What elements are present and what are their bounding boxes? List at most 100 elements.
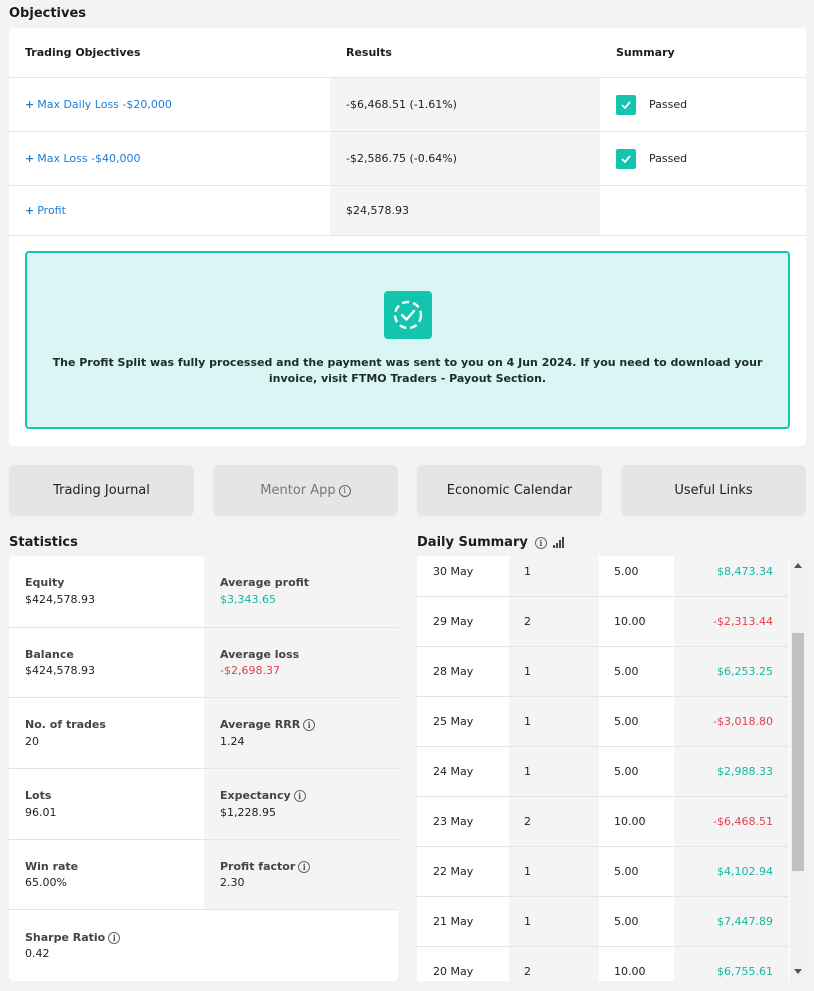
stat-value-average-loss: -$2,698.37 [220, 664, 280, 677]
header-summary: Summary [616, 46, 675, 59]
objective-row-max-daily-loss: + Max Daily Loss -$20,000 -$6,468.51 (-1.… [9, 78, 806, 132]
daily-date: 22 May [433, 865, 474, 878]
info-icon[interactable]: i [303, 718, 316, 731]
daily-date: 24 May [433, 765, 474, 778]
daily-result: $6,755.61 [674, 947, 789, 981]
stat-value-average-rrr: 1.24 [220, 735, 245, 748]
expand-plus-icon: + [25, 204, 35, 217]
daily-trades: 2 [509, 947, 599, 981]
check-icon [616, 94, 636, 115]
mentor-app-label: Mentor App [260, 483, 336, 498]
daily-trades: 2 [509, 597, 599, 646]
stat-row: No. of trades 20 Average RRR i 1.24 [9, 698, 398, 769]
daily-trades: 1 [509, 747, 599, 796]
stat-value-lots: 96.01 [25, 806, 57, 819]
daily-result: $7,447.89 [674, 897, 789, 946]
info-icon[interactable]: i [293, 789, 306, 802]
daily-trades: 1 [509, 897, 599, 946]
daily-date: 21 May [433, 915, 474, 928]
daily-row: 21 May 1 5.00 $7,447.89 [417, 897, 789, 947]
scroll-up-icon[interactable] [794, 563, 802, 568]
scroll-down-icon[interactable] [794, 969, 802, 974]
stat-value-average-profit: $3,343.65 [220, 593, 276, 606]
daily-row: 22 May 1 5.00 $4,102.94 [417, 847, 789, 897]
daily-lots: 5.00 [614, 915, 639, 928]
daily-row: 20 May 2 10.00 $6,755.61 [417, 947, 789, 981]
scroll-thumb[interactable] [792, 633, 804, 871]
daily-lots: 10.00 [614, 615, 646, 628]
stat-value-profit-factor: 2.30 [220, 876, 245, 889]
objective-link-max-loss[interactable]: + Max Loss -$40,000 [25, 152, 141, 165]
scrollbar[interactable] [790, 556, 806, 981]
useful-links-button[interactable]: Useful Links [621, 465, 806, 516]
daily-date: 20 May [433, 965, 474, 978]
info-icon[interactable]: i [338, 484, 351, 497]
stat-row: Win rate 65.00% Profit factor i 2.30 [9, 840, 398, 910]
daily-result: $8,473.34 [674, 556, 789, 596]
stat-label-sharpe-ratio: Sharpe Ratio i [25, 931, 121, 944]
objective-label: Max Daily Loss -$20,000 [37, 98, 172, 111]
daily-result: $6,253.25 [674, 647, 789, 696]
objective-label: Max Loss -$40,000 [37, 152, 141, 165]
info-icon[interactable]: i [108, 931, 121, 944]
trading-journal-button[interactable]: Trading Journal [9, 465, 194, 516]
daily-lots: 10.00 [614, 815, 646, 828]
daily-result: $2,988.33 [674, 747, 789, 796]
stat-value-sharpe-ratio: 0.42 [25, 947, 50, 960]
daily-date: 30 May [433, 565, 474, 578]
daily-result: -$6,468.51 [674, 797, 789, 846]
daily-lots: 10.00 [614, 965, 646, 978]
daily-lots: 5.00 [614, 865, 639, 878]
daily-result: $4,102.94 [674, 847, 789, 896]
objective-link-max-daily-loss[interactable]: + Max Daily Loss -$20,000 [25, 98, 172, 111]
daily-date: 25 May [433, 715, 474, 728]
stat-row: Lots 96.01 Expectancy i $1,228.95 [9, 769, 398, 840]
statistics-card: Equity $424,578.93 Average profit $3,343… [9, 556, 398, 981]
stat-label-profit-factor: Profit factor i [220, 860, 311, 873]
stat-label-expectancy: Expectancy i [220, 789, 306, 802]
mentor-app-button[interactable]: Mentor App i [213, 465, 398, 516]
objectives-card: Trading Objectives Results Summary + Max … [9, 28, 806, 446]
stat-row: Equity $424,578.93 Average profit $3,343… [9, 556, 398, 628]
stat-value-balance: $424,578.93 [25, 664, 95, 677]
stat-label-text: Average RRR [220, 718, 301, 731]
stat-label-equity: Equity [25, 576, 65, 589]
daily-summary-title: Daily Summary i [417, 535, 565, 550]
check-icon [616, 148, 636, 169]
daily-lots: 5.00 [614, 715, 639, 728]
daily-summary-table: 30 May 1 5.00 $8,473.34 29 May 2 10.00 -$2,313.… [417, 556, 806, 981]
header-results: Results [346, 46, 392, 59]
objective-link-profit[interactable]: + Profit [25, 204, 66, 217]
info-icon[interactable]: i [534, 536, 547, 549]
objective-result: $24,578.93 [330, 186, 600, 235]
payout-notice-text: The Profit Split was fully processed and… [52, 356, 763, 385]
stat-value-win-rate: 65.00% [25, 876, 67, 889]
stat-label-lots: Lots [25, 789, 52, 802]
stat-value-expectancy: $1,228.95 [220, 806, 276, 819]
objective-summary-empty [600, 186, 806, 235]
economic-calendar-button[interactable]: Economic Calendar [417, 465, 602, 516]
daily-row: 24 May 1 5.00 $2,988.33 [417, 747, 789, 797]
info-icon[interactable]: i [298, 860, 311, 873]
stat-row: Balance $424,578.93 Average loss -$2,698… [9, 628, 398, 698]
statistics-title: Statistics [9, 535, 78, 550]
objective-label: Profit [37, 204, 66, 217]
stat-label-average-rrr: Average RRR i [220, 718, 316, 731]
daily-row: 30 May 1 5.00 $8,473.34 [417, 556, 789, 597]
daily-lots: 5.00 [614, 665, 639, 678]
daily-lots: 5.00 [614, 565, 639, 578]
daily-trades: 1 [509, 647, 599, 696]
stat-label-balance: Balance [25, 648, 74, 661]
objective-result: -$6,468.51 (-1.61%) [330, 78, 600, 131]
daily-lots: 5.00 [614, 765, 639, 778]
stat-row: Sharpe Ratio i 0.42 [9, 910, 398, 981]
stat-label-average-profit: Average profit [220, 576, 310, 589]
stat-label-text: Sharpe Ratio [25, 931, 106, 944]
bar-chart-icon[interactable] [552, 537, 565, 548]
stat-label-text: Expectancy [220, 789, 291, 802]
daily-date: 23 May [433, 815, 474, 828]
daily-date: 29 May [433, 615, 474, 628]
header-trading-objectives: Trading Objectives [25, 46, 141, 59]
stat-value-equity: $424,578.93 [25, 593, 95, 606]
objective-row-profit: + Profit $24,578.93 [9, 186, 806, 236]
